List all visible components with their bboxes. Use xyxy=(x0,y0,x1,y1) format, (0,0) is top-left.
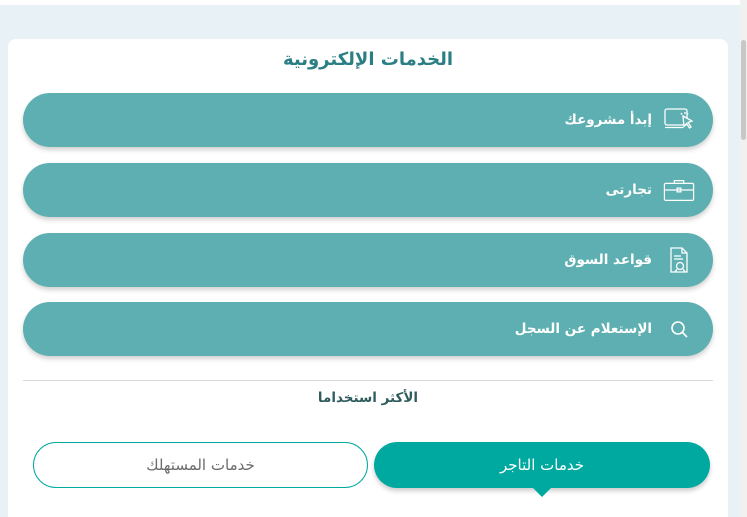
start-project-button[interactable]: إبدأ مشروعك xyxy=(23,93,713,147)
market-rules-button[interactable]: قواعد السوق xyxy=(23,233,713,287)
eservices-title: الخدمات الإلكترونية xyxy=(282,49,454,70)
scrollbar-thumb[interactable] xyxy=(741,40,746,140)
tab-consumer-services[interactable]: خدمات المستهلك xyxy=(33,442,368,488)
briefcase-icon xyxy=(663,176,695,204)
tab-merchant-label: خدمات التاجر xyxy=(499,456,585,474)
top-strip xyxy=(0,0,740,5)
my-trade-label: تجارتى xyxy=(605,182,652,198)
section-divider xyxy=(23,380,713,381)
tab-consumer-label: خدمات المستهلك xyxy=(146,456,255,474)
search-icon xyxy=(663,315,695,343)
tab-merchant-services[interactable]: خدمات التاجر xyxy=(374,442,710,497)
document-rules-icon xyxy=(663,246,695,274)
market-rules-label: قواعد السوق xyxy=(564,252,652,268)
eservices-card: الخدمات الإلكترونية إبدأ مشروعك تجارتى ق… xyxy=(8,39,728,517)
my-trade-button[interactable]: تجارتى xyxy=(23,163,713,217)
monitor-cursor-icon xyxy=(663,106,695,134)
scrollbar[interactable] xyxy=(740,0,747,517)
most-used-title: الأكثر استخداما xyxy=(317,390,419,406)
start-project-label: إبدأ مشروعك xyxy=(564,112,653,128)
registry-inquiry-label: الإستعلام عن السجل xyxy=(514,321,652,337)
registry-inquiry-button[interactable]: الإستعلام عن السجل xyxy=(23,302,713,356)
